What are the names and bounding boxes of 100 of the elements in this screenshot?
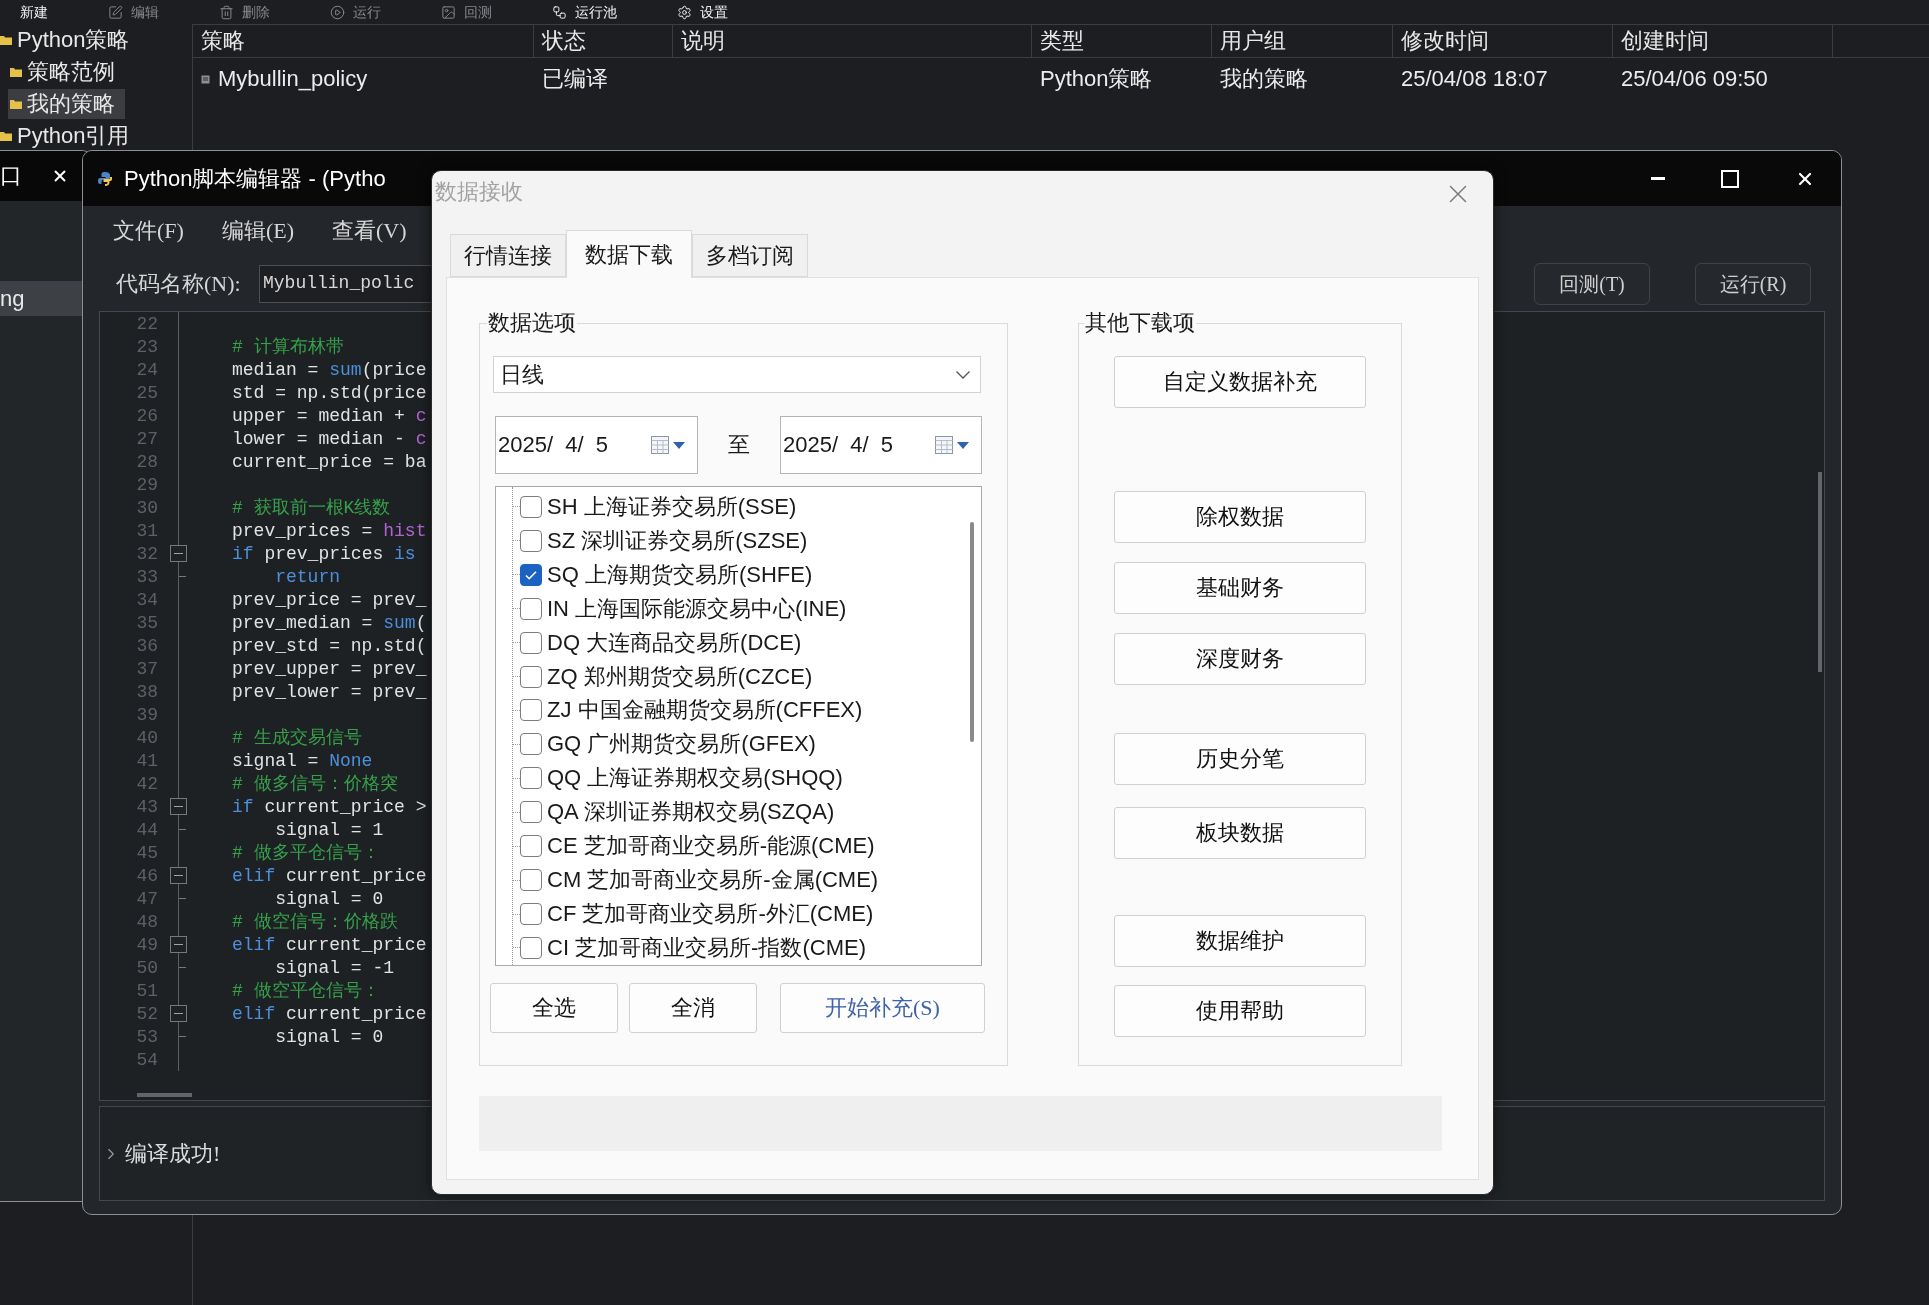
checkbox-icon[interactable]	[520, 801, 542, 824]
code-line: prev_median = sum(	[232, 612, 427, 633]
column-header[interactable]: 状态	[542, 29, 586, 53]
column-header[interactable]: 类型	[1040, 29, 1084, 53]
download-button[interactable]: 基础财务	[1114, 562, 1366, 614]
scrollbar-thumb[interactable]	[1818, 472, 1822, 672]
code-line: elif current_price	[232, 865, 427, 886]
toolbar-button[interactable]: 运行(R)	[1695, 262, 1811, 305]
code-line: std = np.std(price	[232, 382, 427, 403]
scrollbar-thumb[interactable]	[137, 1093, 192, 1097]
menu-item[interactable]: 文件(F)	[113, 219, 184, 243]
line-number: 34	[136, 589, 158, 610]
fold-toggle-icon[interactable]	[170, 545, 187, 562]
exchange-checkbox[interactable]: CE 芝加哥商业交易所-能源(CME)	[520, 833, 875, 860]
exchange-checkbox[interactable]: SZ 深圳证券交易所(SZSE)	[520, 527, 808, 554]
scrollbar-thumb[interactable]	[970, 522, 974, 742]
group-title: 其他下载项	[1084, 310, 1196, 336]
caret-icon	[957, 441, 969, 449]
code-line: if current_price >	[232, 796, 427, 817]
period-dropdown[interactable]: 日线	[493, 356, 981, 393]
exchange-checkbox[interactable]: SH 上海证券交易所(SSE)	[520, 493, 797, 520]
menu-item[interactable]: 编辑(E)	[221, 219, 294, 243]
code-line: signal = -1	[274, 957, 395, 978]
code-line: if prev_prices is	[232, 543, 416, 564]
tree-item[interactable]: Python引用	[0, 121, 134, 151]
fold-toggle-icon[interactable]	[170, 867, 187, 884]
input-field[interactable]: Mybullin_polic	[259, 264, 432, 303]
fold-toggle-icon[interactable]	[170, 1005, 187, 1022]
exchange-checkbox[interactable]: CI 芝加哥商业交易所-指数(CME)	[520, 934, 866, 961]
table-cell: Mybullin_policy	[218, 67, 368, 91]
exchange-checkbox[interactable]: ZQ 郑州期货交易所(CZCE)	[520, 663, 813, 690]
list-item[interactable]: ng	[0, 281, 82, 316]
maximize-icon[interactable]	[1721, 169, 1739, 188]
code-line: # 做空平仓信号：	[232, 980, 380, 1001]
download-button[interactable]: 除权数据	[1114, 491, 1366, 543]
checkbox-icon[interactable]	[520, 529, 542, 552]
line-number: 39	[136, 704, 158, 725]
code-line: prev_price = prev_	[232, 589, 427, 610]
action-button[interactable]: 全消	[629, 983, 757, 1033]
tab[interactable]: 多档订阅	[692, 234, 808, 277]
download-button[interactable]: 历史分笔	[1114, 733, 1366, 785]
exchange-checkbox[interactable]: DQ 大连商品交易所(DCE)	[520, 629, 802, 656]
code-line: # 做多信号：价格突	[232, 773, 398, 794]
workflow-icon	[552, 4, 567, 20]
exchange-checkbox[interactable]: QA 深圳证券期权交易(SZQA)	[520, 799, 835, 826]
folder-icon	[0, 131, 12, 141]
line-number: 40	[136, 727, 158, 748]
tab[interactable]: 行情连接	[450, 234, 566, 277]
exchange-checkbox[interactable]: CF 芝加哥商业交易所-外汇(CME)	[520, 901, 874, 927]
exchange-checkbox[interactable]: ZJ 中国金融期货交易所(CFFEX)	[520, 697, 863, 724]
checkbox-icon[interactable]	[520, 495, 542, 518]
column-header[interactable]: 修改时间	[1401, 29, 1489, 53]
code-line: signal = 0	[274, 888, 384, 909]
download-button[interactable]: 板块数据	[1114, 807, 1366, 859]
checkbox-icon[interactable]	[520, 835, 542, 858]
line-number: 26	[136, 405, 158, 426]
tree-item[interactable]: 策略范例	[8, 57, 125, 87]
exchange-checkbox[interactable]: CM 芝加哥商业交易所-金属(CME)	[520, 867, 879, 894]
checkbox-icon[interactable]	[520, 699, 542, 722]
checkbox-icon[interactable]	[520, 563, 542, 586]
fold-toggle-icon[interactable]	[170, 936, 187, 953]
fold-toggle-icon[interactable]	[170, 798, 187, 815]
menu-item[interactable]: 查看(V)	[332, 219, 407, 243]
toolbar-button[interactable]: 新建	[20, 4, 48, 20]
checkbox-icon[interactable]	[520, 665, 542, 688]
code-line: prev_std = np.std(	[232, 635, 427, 656]
checkbox-icon[interactable]	[520, 903, 542, 925]
download-button[interactable]: 深度财务	[1114, 633, 1366, 685]
exchange-checkbox[interactable]: IN 上海国际能源交易中心(INE)	[520, 595, 847, 622]
checkbox-icon[interactable]	[520, 631, 542, 654]
action-button[interactable]: 全选	[490, 983, 618, 1033]
download-button[interactable]: 使用帮助	[1114, 985, 1366, 1037]
toolbar-button[interactable]: 运行池	[552, 4, 617, 20]
toolbar-button[interactable]: 设置	[677, 4, 728, 20]
table-cell: 已编译	[542, 67, 608, 91]
action-button[interactable]: 开始补充(S)	[780, 983, 985, 1033]
code-line: lower = median - c	[232, 428, 427, 449]
checkbox-icon[interactable]	[520, 597, 542, 620]
settings-icon	[677, 4, 692, 20]
column-header[interactable]: 用户组	[1220, 29, 1286, 53]
tab[interactable]: 数据下载	[566, 230, 692, 278]
date-field[interactable]: 2025/ 4/ 5	[495, 416, 698, 474]
checkbox-icon[interactable]	[520, 767, 542, 790]
group-title: 数据选项	[487, 310, 577, 336]
toolbar-button[interactable]: 回测(T)	[1534, 262, 1650, 305]
column-header[interactable]: 创建时间	[1621, 29, 1709, 53]
line-number: 50	[136, 957, 158, 978]
tree-item[interactable]: 我的策略	[8, 89, 125, 119]
download-button[interactable]: 数据维护	[1114, 915, 1366, 967]
column-header[interactable]: 策略	[201, 29, 245, 53]
exchange-checkbox[interactable]: QQ 上海证券期权交易(SHQQ)	[520, 765, 843, 792]
tree-item[interactable]: Python策略	[0, 25, 134, 55]
checkbox-icon[interactable]	[520, 869, 542, 892]
date-field[interactable]: 2025/ 4/ 5	[780, 416, 982, 474]
exchange-checkbox[interactable]: GQ 广州期货交易所(GFEX)	[520, 731, 816, 758]
column-header[interactable]: 说明	[681, 29, 725, 53]
download-button[interactable]: 自定义数据补充	[1114, 356, 1366, 408]
checkbox-icon[interactable]	[520, 936, 542, 959]
checkbox-icon[interactable]	[520, 733, 542, 756]
exchange-checkbox[interactable]: SQ 上海期货交易所(SHFE)	[520, 561, 813, 588]
